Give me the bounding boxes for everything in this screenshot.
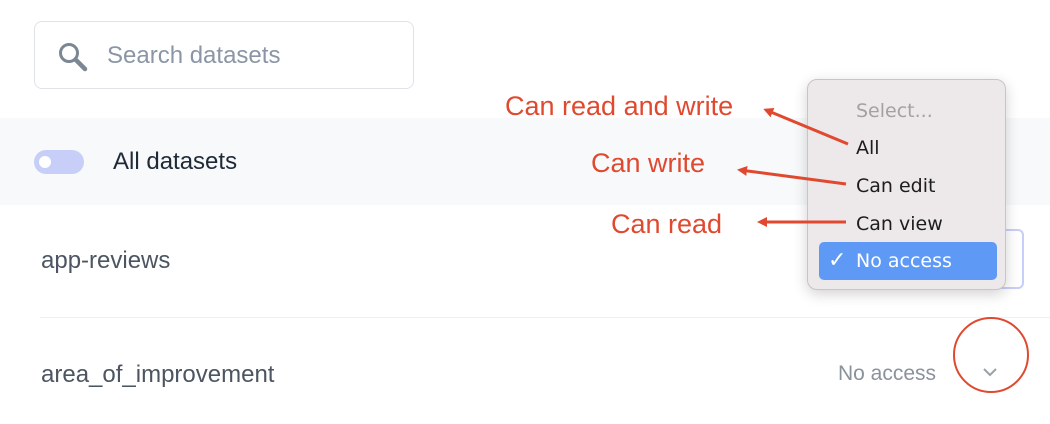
access-dropdown-menu: Select... All Can edit Can view ✓ No acc… (807, 79, 1006, 290)
menu-header: Select... (856, 100, 933, 122)
dataset-name-area-of-improvement: area_of_improvement (41, 361, 275, 388)
annotation-can-read-and-write: Can read and write (505, 91, 734, 121)
annotation-can-read: Can read (611, 209, 723, 239)
row-divider (40, 317, 1050, 318)
checkmark-icon: ✓ (828, 248, 847, 273)
search-box[interactable] (34, 21, 414, 89)
toggle-knob (39, 156, 51, 168)
menu-option-no-access[interactable]: ✓ No access (819, 242, 997, 280)
search-icon (59, 43, 88, 72)
all-datasets-label: All datasets (113, 148, 238, 175)
menu-option-all[interactable]: All (856, 137, 880, 159)
access-value[interactable]: No access (838, 362, 936, 386)
search-input[interactable] (107, 38, 397, 74)
dataset-name-app-reviews: app-reviews (41, 247, 171, 274)
highlight-circle (953, 317, 1029, 393)
menu-option-can-view[interactable]: Can view (856, 213, 943, 235)
menu-option-can-edit[interactable]: Can edit (856, 175, 935, 197)
annotation-can-write: Can write (591, 148, 706, 178)
menu-option-label: No access (856, 250, 952, 272)
all-datasets-toggle[interactable] (34, 150, 84, 174)
